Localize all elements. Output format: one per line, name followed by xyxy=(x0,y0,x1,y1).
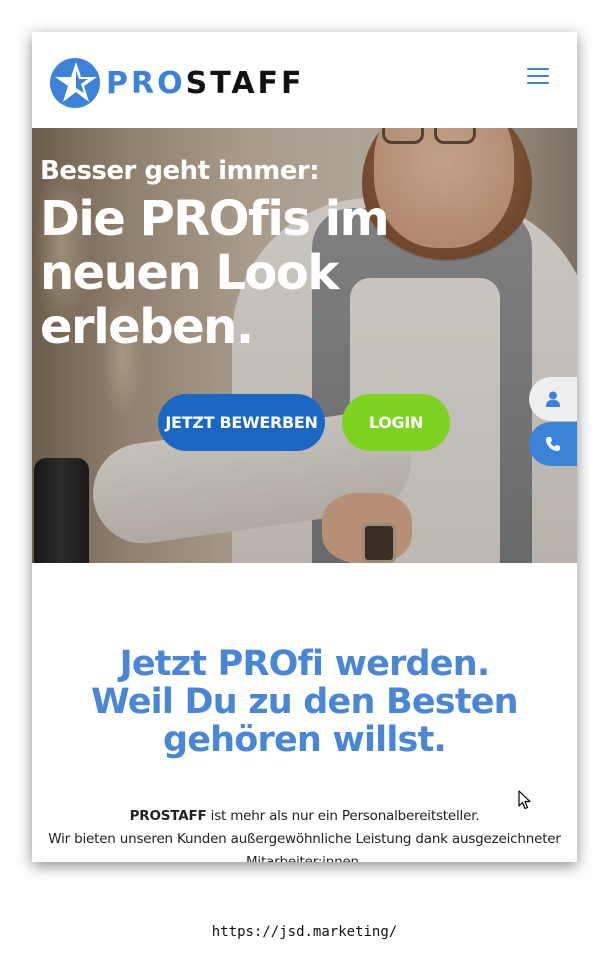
about-line1: ist mehr als nur ein Personalbereitstell… xyxy=(206,808,480,824)
mouse-cursor-icon xyxy=(518,790,531,810)
phone-side-tab[interactable] xyxy=(529,422,577,466)
intro-line1-bold: PRO xyxy=(217,644,299,684)
intro-heading: Jetzt PROfi werden. Weil Du zu den Beste… xyxy=(32,645,577,759)
login-button[interactable]: LOGIN xyxy=(342,394,450,451)
site-header: PROSTAFF xyxy=(32,32,577,128)
logo-wordmark: PROSTAFF xyxy=(106,66,305,101)
intro-line1-pre: Jetzt xyxy=(119,644,218,684)
hamburger-menu-icon[interactable] xyxy=(527,68,549,86)
browser-viewport: PROSTAFF Besser geht immer: Die PROfis i… xyxy=(32,32,577,862)
apply-now-button[interactable]: JETZT BEWERBEN xyxy=(158,394,325,451)
intro-line1-post: fi werden. xyxy=(297,644,491,684)
about-line2: Wir bieten unseren Kunden außergewöhnlic… xyxy=(48,831,561,847)
page-url: https://jsd.marketing/ xyxy=(211,924,398,940)
prostaff-logo[interactable]: PROSTAFF xyxy=(48,56,305,110)
logo-staff-text: STAFF xyxy=(185,65,305,101)
star-logo-icon xyxy=(50,58,100,108)
about-line3: Mitarbeiter:innen. xyxy=(245,854,364,862)
intro-line2: Weil Du zu den Besten gehören willst. xyxy=(91,682,518,760)
logo-pro-text: PRO xyxy=(106,65,186,101)
hero-subtitle: Besser geht immer: xyxy=(40,156,320,186)
user-icon xyxy=(546,391,560,407)
phone-icon xyxy=(546,437,560,451)
user-side-tab[interactable] xyxy=(529,377,577,421)
hero-title: Die PROfis im neuen Look erleben. xyxy=(40,191,390,355)
hero-banner: Besser geht immer: Die PROfis im neuen L… xyxy=(32,128,577,563)
about-text: PROSTAFF ist mehr als nur ein Personalbe… xyxy=(32,805,577,862)
about-brand: PROSTAFF xyxy=(129,808,207,824)
